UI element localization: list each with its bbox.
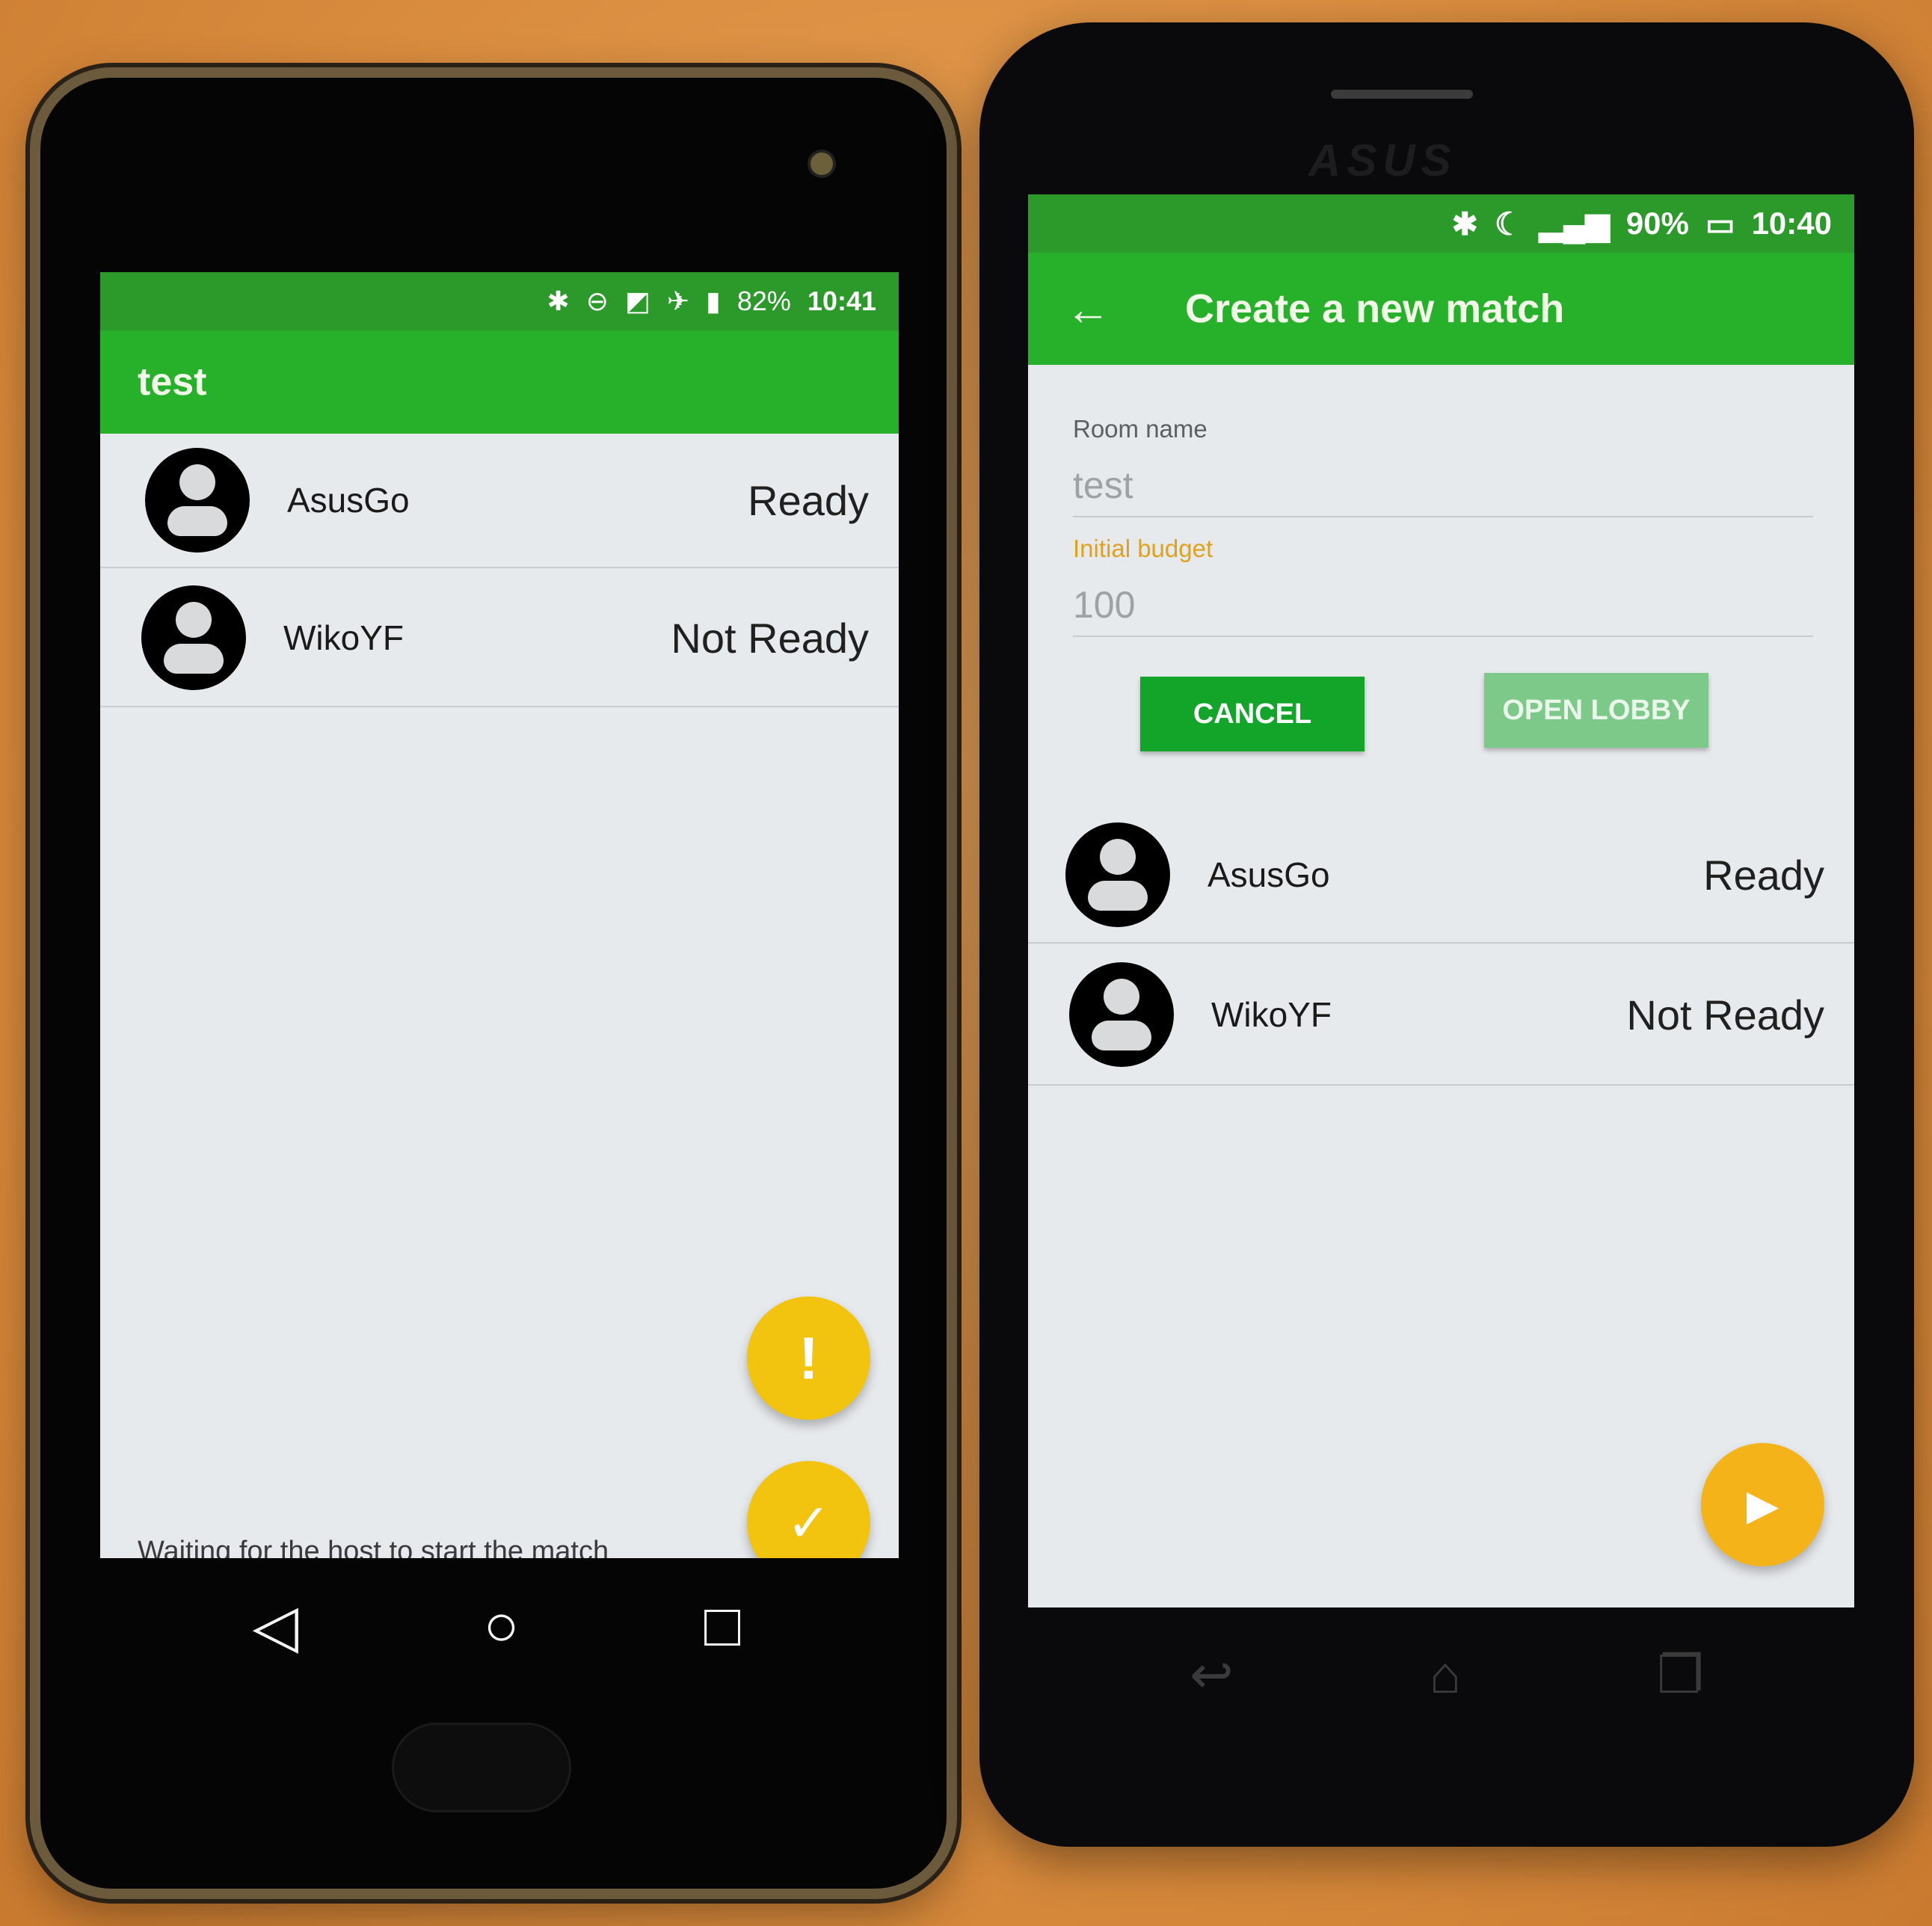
- check-icon: ✓: [787, 1493, 831, 1552]
- player-name: WikoYF: [1211, 995, 1332, 1034]
- waiting-message: Waiting for the host to start the match: [138, 1536, 609, 1558]
- wiko-phone: ✱ ⊖ ◩ ✈ ▮ 82% 10:41 test AsusGo Ready Wi…: [30, 67, 957, 1899]
- nav-bar: ↩ ⌂ ❐: [1092, 1630, 1802, 1720]
- initial-budget-label: Initial budget: [1073, 535, 1213, 562]
- no-sim-icon: ◩: [624, 286, 650, 316]
- battery-icon: ▮: [706, 286, 721, 316]
- airplane-mode-icon: ✈: [666, 286, 690, 316]
- status-bar: ✱ ⊖ ◩ ✈ ▮ 82% 10:41: [100, 272, 899, 330]
- cancel-button[interactable]: CANCEL: [1140, 677, 1365, 751]
- player-status: Not Ready: [1626, 991, 1824, 1039]
- play-icon: ▶: [1746, 1480, 1779, 1528]
- wiko-screen: ✱ ⊖ ◩ ✈ ▮ 82% 10:41 test AsusGo Ready Wi…: [100, 272, 899, 1558]
- open-lobby-button[interactable]: OPEN LOBBY: [1484, 673, 1708, 748]
- start-match-fab[interactable]: ▶: [1701, 1443, 1824, 1566]
- battery-icon: ▭: [1705, 206, 1735, 241]
- do-not-disturb-icon: ⊖: [585, 286, 609, 316]
- front-camera: [810, 153, 833, 175]
- player-status: Ready: [748, 476, 869, 524]
- brand-logo: ASUS: [1308, 135, 1457, 185]
- player-row: WikoYF Not Ready: [100, 570, 899, 707]
- exclamation-icon: !: [799, 1324, 819, 1391]
- recents-icon[interactable]: ❐: [1657, 1644, 1704, 1705]
- player-status: Not Ready: [671, 614, 869, 662]
- player-row: AsusGo Ready: [100, 434, 899, 568]
- fingerprint-button: [392, 1723, 571, 1812]
- moon-icon: ☾: [1494, 206, 1523, 241]
- app-bar: test: [100, 330, 899, 434]
- player-name: AsusGo: [1208, 855, 1330, 894]
- room-name-underline: [1073, 516, 1813, 517]
- back-arrow-icon[interactable]: ←: [1065, 283, 1110, 335]
- status-bar: ✱ ☾ ▂▄▆ 90% ▭ 10:40: [1028, 194, 1854, 253]
- avatar: [145, 448, 250, 553]
- page-title: test: [138, 360, 207, 404]
- initial-budget-input[interactable]: 100: [1073, 583, 1135, 627]
- home-icon[interactable]: ○: [483, 1591, 519, 1660]
- battery-percent: 90%: [1625, 206, 1689, 241]
- player-row: WikoYF Not Ready: [1028, 945, 1854, 1086]
- home-icon[interactable]: ⌂: [1430, 1645, 1461, 1705]
- player-name: AsusGo: [287, 481, 410, 520]
- avatar: [141, 585, 246, 690]
- clock: 10:41: [807, 286, 876, 316]
- battery-percent: 82%: [736, 286, 791, 316]
- app-bar: ← Create a new match: [1028, 253, 1854, 365]
- page-title: Create a new match: [1185, 286, 1565, 331]
- back-icon[interactable]: ↩: [1190, 1644, 1234, 1705]
- clock: 10:40: [1751, 206, 1832, 241]
- back-icon[interactable]: ◁: [253, 1591, 299, 1661]
- alert-fab[interactable]: !: [747, 1296, 870, 1420]
- earpiece-speaker: [1331, 90, 1473, 99]
- avatar: [1069, 962, 1174, 1067]
- bluetooth-icon: ✱: [547, 286, 570, 316]
- asus-screen: ✱ ☾ ▂▄▆ 90% ▭ 10:40 ← Create a new match…: [1028, 194, 1854, 1607]
- initial-budget-underline: [1073, 636, 1813, 637]
- player-row: AsusGo Ready: [1028, 807, 1854, 944]
- asus-phone: ASUS ✱ ☾ ▂▄▆ 90% ▭ 10:40 ← Create a new …: [979, 22, 1914, 1847]
- room-name-label: Room name: [1073, 415, 1208, 443]
- ready-fab[interactable]: ✓: [747, 1461, 870, 1558]
- recents-icon[interactable]: □: [704, 1591, 740, 1660]
- player-name: WikoYF: [283, 618, 404, 657]
- signal-icon: ▂▄▆: [1539, 206, 1610, 241]
- avatar: [1065, 822, 1170, 927]
- nav-bar: ◁ ○ □: [160, 1581, 833, 1670]
- bluetooth-icon: ✱: [1451, 206, 1478, 241]
- room-name-input[interactable]: test: [1073, 464, 1133, 507]
- player-status: Ready: [1703, 851, 1824, 899]
